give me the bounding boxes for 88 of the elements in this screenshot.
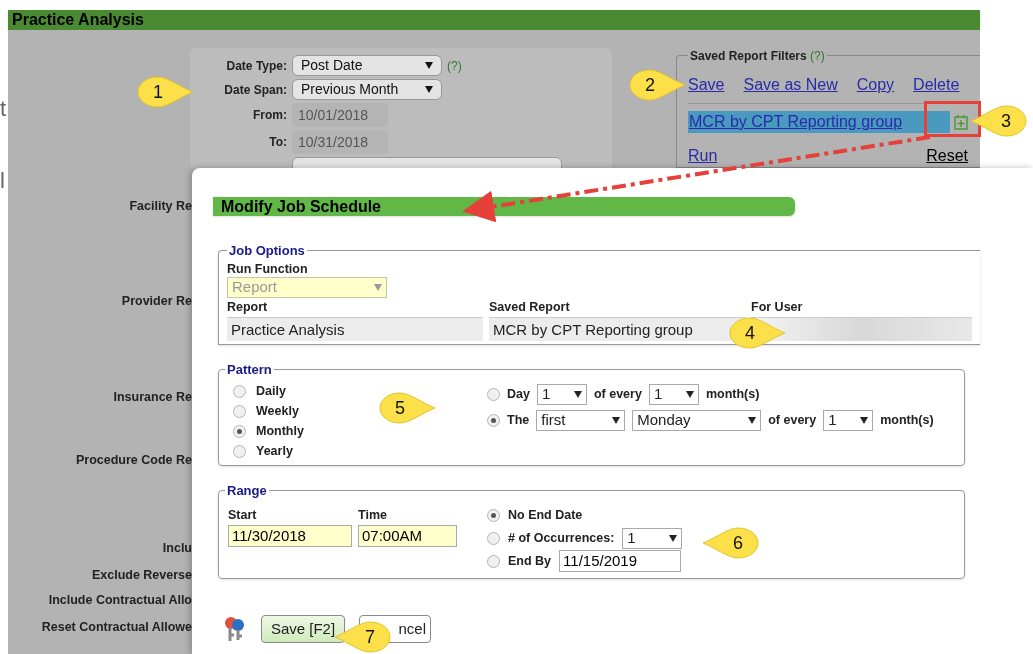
action-link[interactable]: Copy	[856, 73, 895, 97]
select-field[interactable]: 1	[648, 383, 699, 405]
column-heading: Report	[227, 300, 269, 316]
time-field[interactable]: 07:00AM	[358, 524, 457, 547]
save-button[interactable]: Save [F2]	[261, 615, 345, 643]
field-label: Procedure Code Re	[76, 453, 192, 467]
date-field: 10/31/2018	[292, 130, 388, 154]
radio-label: End By	[508, 552, 552, 570]
radio-label: Weekly	[256, 402, 299, 420]
value-cell: Practice Analysis	[227, 317, 483, 341]
callout-tooltip: 1	[136, 75, 194, 109]
field-label: Include Contractual Allo	[48, 593, 192, 607]
group-title: Job Options	[229, 243, 305, 258]
select-field[interactable]: Post Date	[292, 55, 442, 76]
select-field[interactable]: 1	[622, 527, 683, 549]
caret-icon	[748, 416, 757, 424]
radio-button[interactable]	[233, 404, 246, 418]
caret-icon	[685, 390, 694, 398]
callout-tooltip: 2	[628, 68, 686, 102]
keys-icon	[223, 615, 247, 643]
callout-tooltip: 5	[378, 391, 436, 425]
select-field[interactable]: 1	[823, 409, 874, 431]
callout-tooltip: 4	[728, 316, 786, 350]
column-heading: For User	[751, 300, 804, 316]
radio-button[interactable]	[487, 554, 500, 568]
action-link[interactable]: Delete	[913, 73, 960, 97]
field-label: Exclude Reverse	[91, 568, 192, 582]
radio-button[interactable]	[233, 444, 246, 458]
field-label: Start	[228, 507, 258, 524]
end-date-field[interactable]: 11/15/2019	[559, 550, 682, 572]
select-field[interactable]: Monday	[632, 409, 762, 431]
radio-button[interactable]	[487, 531, 500, 545]
date-field: 10/01/2018	[292, 103, 388, 127]
group-title: Pattern	[227, 362, 272, 377]
action-link[interactable]: Save as New	[743, 73, 838, 97]
field-label: The	[507, 411, 530, 429]
cut-text: t	[0, 98, 8, 120]
radio-button[interactable]	[233, 424, 246, 438]
field-label: month(s)	[880, 411, 934, 429]
caret-icon	[573, 390, 582, 398]
caret-icon	[860, 416, 869, 424]
caret-icon	[425, 62, 433, 69]
caret-icon	[612, 416, 621, 424]
field-label: Time	[358, 507, 388, 524]
field-label: To:	[268, 134, 287, 151]
field-label: Date Span:	[223, 81, 287, 99]
action-link[interactable]: Save	[688, 73, 725, 97]
field-label: of every	[768, 411, 817, 429]
field-label: Reset Contractual Allowe	[41, 620, 192, 634]
select-field[interactable]: first	[536, 409, 626, 431]
radio-button[interactable]	[233, 384, 246, 398]
radio-button[interactable]	[487, 413, 500, 427]
radio-button[interactable]	[487, 508, 500, 522]
field-label: From:	[252, 107, 287, 124]
field-label: Facility Re	[129, 199, 192, 213]
value-cell: MCR by CPT Reporting group	[489, 317, 745, 341]
radio-label: # of Occurrences:	[508, 529, 615, 547]
reset-link[interactable]: Reset	[926, 144, 968, 168]
field-label: of every	[593, 385, 642, 403]
cut-text: l	[0, 170, 6, 192]
group-title: Saved Report Filters	[690, 49, 808, 63]
run-link[interactable]: Run	[688, 144, 718, 168]
field-label: Inclu	[162, 541, 192, 555]
group-title: Range	[227, 483, 267, 498]
select-field[interactable]: 1	[536, 383, 587, 405]
page-title: Practice Analysis	[8, 10, 980, 30]
start-date-field[interactable]: 11/30/2018	[228, 524, 352, 547]
field-label: Provider Re	[121, 294, 192, 308]
radio-label: No End Date	[508, 506, 583, 524]
field-label: Run Function	[227, 262, 309, 277]
field-label: Insurance Re	[113, 390, 192, 404]
field-label: Day	[507, 385, 530, 403]
field-label: Date Type:	[225, 57, 287, 75]
callout-tooltip: 7	[334, 620, 392, 654]
calendar-plus-icon[interactable]	[954, 114, 968, 130]
caret-icon	[669, 534, 678, 542]
radio-button[interactable]	[487, 387, 500, 401]
field-label: month(s)	[705, 385, 760, 403]
select-field[interactable]: Previous Month	[292, 79, 442, 100]
radio-label: Yearly	[256, 442, 293, 460]
dialog-title: Modify Job Schedule	[213, 197, 795, 216]
caret-icon	[425, 86, 433, 93]
callout-tooltip: 6	[702, 526, 760, 560]
caret-icon	[374, 284, 382, 291]
radio-label: Monthly	[256, 422, 304, 440]
callout-tooltip: 3	[970, 104, 1028, 138]
radio-label: Daily	[256, 382, 286, 400]
column-heading: Saved Report	[489, 300, 571, 316]
